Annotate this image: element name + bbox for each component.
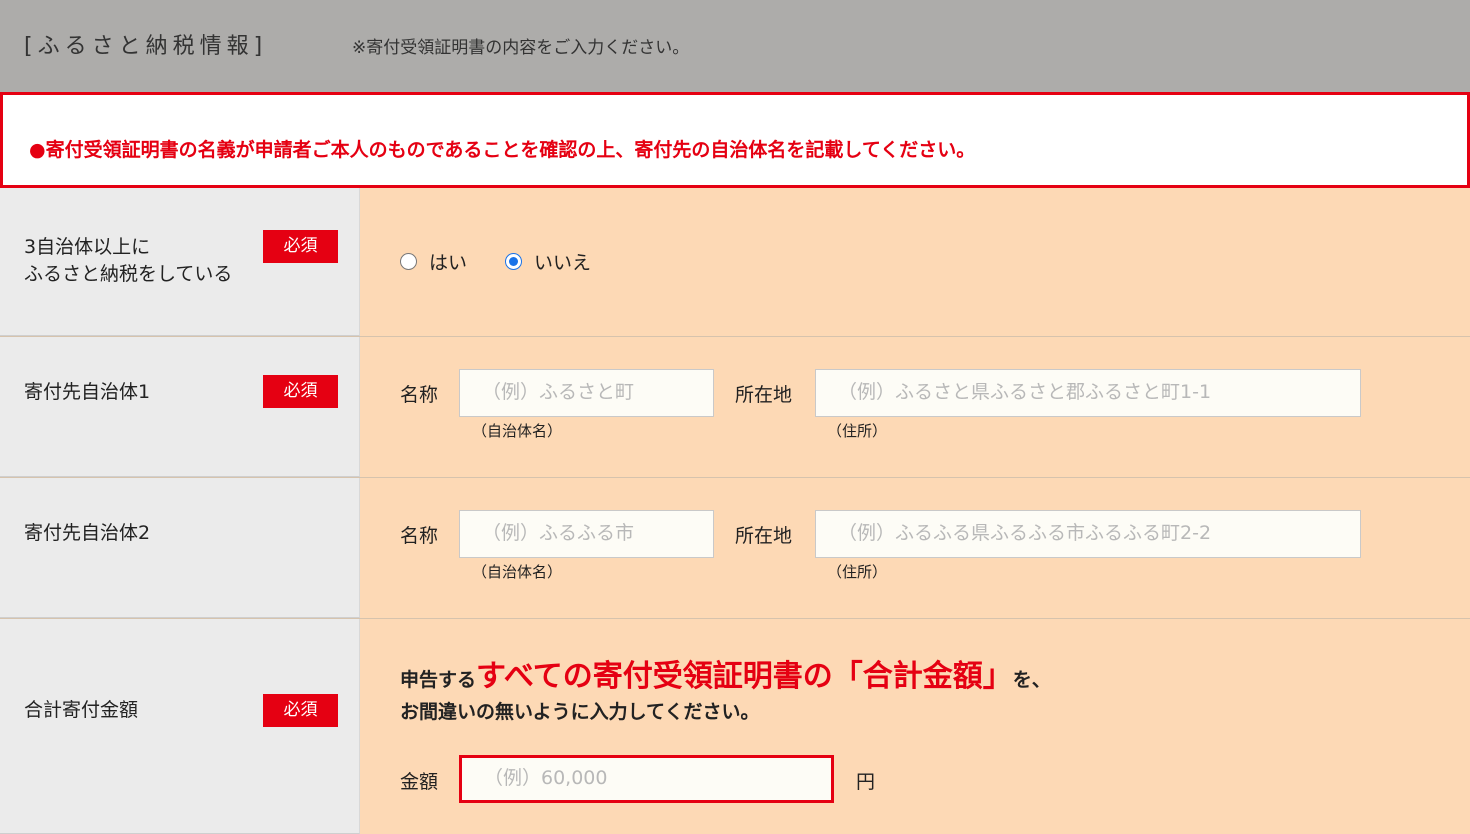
required-badge: 必須 [263,230,338,263]
notice-box: ●寄付受領証明書の名義が申請者ご本人のものであることを確認の上、寄付先の自治体名… [0,92,1470,188]
radio-yes-label: はい [429,252,468,274]
content-cell: 申告するすべての寄付受領証明書の「合計金額」を、 お間違いの無いように入力してく… [360,619,1470,834]
label-cell: 寄付先自治体1 必須 [0,337,360,477]
section-header: [ふるさと納税情報] ※寄付受領証明書の内容をご入力ください。 [0,0,1470,92]
muni2-address-input[interactable]: （例）ふるふる県ふるふる市ふるふる町2-2 [815,510,1361,558]
content-cell: はい いいえ [360,188,1470,336]
content-cell: 名称 （例）ふるふる市 （自治体名） 所在地 （例）ふるふる県ふるふる市ふるふる… [360,478,1470,618]
radio-no-circle[interactable] [505,253,522,270]
label-cell: 3自治体以上に ふるさと納税をしている 必須 [0,188,360,336]
name-label: 名称 [400,384,439,406]
name-sublabel: （自治体名） [472,563,563,581]
total-amount-input[interactable]: （例）60,000 [459,755,834,803]
section-title: [ふるさと納税情報] [24,34,268,59]
section-note: ※寄付受領証明書の内容をご入力ください。 [352,38,690,58]
unit-label: 円 [856,771,876,793]
address-label: 所在地 [735,525,793,547]
field-label-muni2: 寄付先自治体2 [24,522,151,544]
row-total-amount: 合計寄付金額 必須 申告するすべての寄付受領証明書の「合計金額」を、 お間違いの… [0,619,1470,834]
radio-no-label: いいえ [534,252,592,274]
row-municipality-2: 寄付先自治体2 名称 （例）ふるふる市 （自治体名） 所在地 （例）ふるふる県ふ… [0,478,1470,619]
field-label-line1: 3自治体以上に [24,236,151,258]
row-multi-municipality: 3自治体以上に ふるさと納税をしている 必須 はい いいえ [0,188,1470,337]
instruction-emphasis: すべての寄付受領証明書の「合計金額」 [476,659,1013,694]
radio-no[interactable]: いいえ [505,248,591,275]
instruction-prefix: 申告する [400,669,477,691]
address-sublabel: （住所） [827,422,888,440]
radio-yes[interactable]: はい [400,248,467,275]
name-label: 名称 [400,525,439,547]
label-cell: 合計寄付金額 必須 [0,619,360,834]
radio-yes-circle[interactable] [400,253,417,270]
required-badge: 必須 [263,375,338,408]
total-instruction-line1: 申告するすべての寄付受領証明書の「合計金額」を、 [400,651,1051,695]
label-cell: 寄付先自治体2 [0,478,360,618]
muni1-name-input[interactable]: （例）ふるさと町 [459,369,714,417]
total-instruction-line2: お間違いの無いように入力してください。 [400,701,760,723]
amount-label: 金額 [400,771,439,793]
field-label-multi: 3自治体以上に ふるさと納税をしている [24,234,232,288]
field-label-total: 合計寄付金額 [24,699,139,721]
address-label: 所在地 [735,384,793,406]
notice-text: ●寄付受領証明書の名義が申請者ご本人のものであることを確認の上、寄付先の自治体名… [29,139,976,161]
row-municipality-1: 寄付先自治体1 必須 名称 （例）ふるさと町 （自治体名） 所在地 （例）ふるさ… [0,337,1470,478]
field-label-muni1: 寄付先自治体1 [24,381,151,403]
address-sublabel: （住所） [827,563,888,581]
field-label-line2: ふるさと納税をしている [24,263,233,285]
content-cell: 名称 （例）ふるさと町 （自治体名） 所在地 （例）ふるさと県ふるさと郡ふるさと… [360,337,1470,477]
name-sublabel: （自治体名） [472,422,563,440]
instruction-suffix: を、 [1012,669,1051,691]
required-badge: 必須 [263,694,338,727]
muni2-name-input[interactable]: （例）ふるふる市 [459,510,714,558]
muni1-address-input[interactable]: （例）ふるさと県ふるさと郡ふるさと町1-1 [815,369,1361,417]
